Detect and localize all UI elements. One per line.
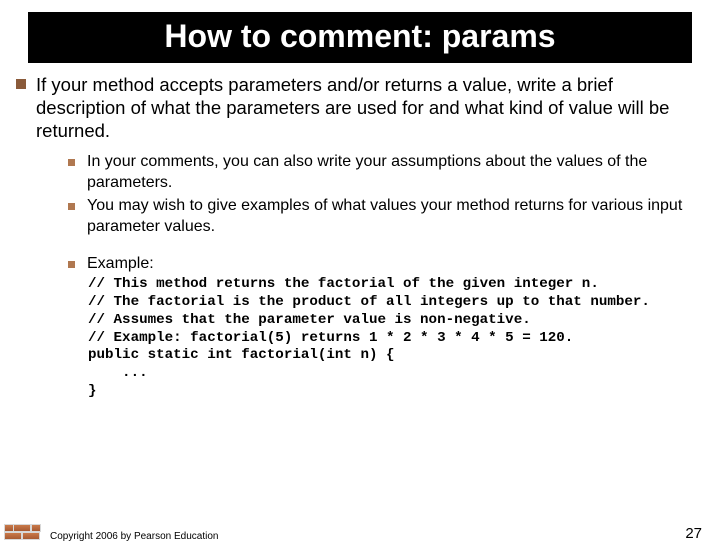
sub-bullet-row: You may wish to give examples of what va… — [68, 196, 690, 238]
slide-footer: Copyright 2006 by Pearson Education 27 — [0, 512, 720, 542]
square-bullet-icon — [68, 261, 75, 268]
slide-title: How to comment: params — [28, 12, 692, 63]
brick-decoration-icon — [2, 512, 40, 542]
square-bullet-icon — [68, 159, 75, 166]
square-bullet-icon — [68, 203, 75, 210]
sub-bullet-row: Example: — [68, 254, 690, 275]
sub-bullet-row: In your comments, you can also write you… — [68, 152, 690, 194]
sub-bullet-list: In your comments, you can also write you… — [68, 152, 690, 274]
page-number: 27 — [685, 525, 702, 542]
sub-bullet-text: Example: — [87, 254, 154, 275]
square-bullet-icon — [16, 79, 26, 89]
code-example: // This method returns the factorial of … — [88, 276, 690, 400]
sub-bullet-text: You may wish to give examples of what va… — [87, 196, 690, 238]
main-bullet-text: If your method accepts parameters and/or… — [36, 73, 690, 142]
main-bullet-row: If your method accepts parameters and/or… — [30, 73, 690, 142]
copyright-text: Copyright 2006 by Pearson Education — [50, 531, 685, 542]
sub-bullet-text: In your comments, you can also write you… — [87, 152, 690, 194]
slide-content: If your method accepts parameters and/or… — [0, 73, 720, 401]
